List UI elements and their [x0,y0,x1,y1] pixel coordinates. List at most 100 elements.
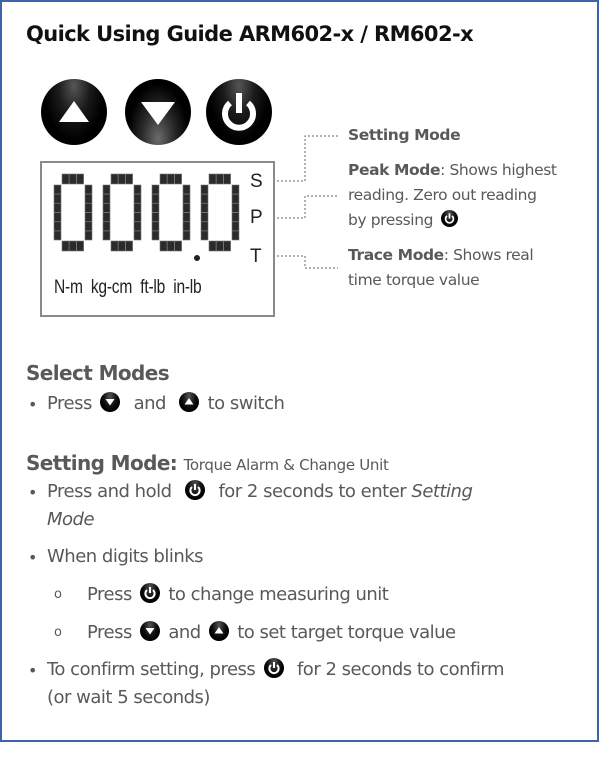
lcd-segment [174,173,182,185]
triangle-up-icon [59,101,89,122]
triangle-down-icon [141,102,175,125]
lcd-segment [102,230,111,241]
lcd-segment [216,173,224,185]
lcd-segment [223,240,231,252]
lcd-segment [200,230,209,241]
lcd-segment [151,203,160,213]
lcd-segment [53,221,62,232]
lcd-segment [167,240,175,252]
lcd-segment [133,184,142,195]
lcd-segment [182,184,191,195]
lcd-segment [167,173,175,185]
select-modes-instruction: Press and to switch [47,392,285,414]
setting-step-3: To confirm setting, press for 2 seconds … [47,658,504,680]
lcd-segment [223,173,231,185]
lcd-segment [133,203,142,213]
lcd-segment [84,184,93,195]
lcd-segment [53,212,62,222]
setting-substep-1: Press to change measuring unit [87,583,389,605]
lcd-segment [208,240,217,252]
lcd-segment [84,203,93,213]
lcd-segment [53,230,62,241]
lcd-segment [182,221,191,232]
lcd-segment [102,184,111,195]
power-icon [440,210,458,227]
lcd-segment [151,230,160,241]
lcd-segment [53,203,62,213]
peak-mode-label: Peak Mode: Shows highest reading. Zero o… [348,161,557,229]
lcd-segment [118,240,126,252]
lcd-decimal-point [194,255,200,261]
lcd-segment [61,173,70,185]
lcd-segment [102,221,111,232]
lcd-segment [133,230,142,241]
lcd-segment [200,203,209,213]
lcd-segment [208,173,217,185]
lcd-segment [125,173,133,185]
lcd-segment [231,230,240,241]
lcd-segment [84,221,93,232]
lcd-digits [53,173,240,261]
lcd-segment [182,203,191,213]
lcd-segment [151,221,160,232]
setting-mode-subheading: Torque Alarm & Change Unit [183,456,389,474]
select-modes-heading: Select Modes [26,361,170,385]
lcd-segment [231,193,240,204]
lcd-segment [110,173,119,185]
setting-substep-2: Press and to set target torque value [87,621,456,643]
lcd-segment [151,193,160,204]
lcd-segment [174,240,182,252]
mode-letter-t: T [250,246,262,267]
lcd-segment [61,240,70,252]
lcd-segment [53,193,62,204]
setting-step-1-cont: Mode [47,509,95,530]
lcd-segment [231,184,240,195]
lcd-segment [53,184,62,195]
bullet-marker: • [28,483,38,502]
mode-letter-s: S [250,171,263,192]
setting-step-1: Press and hold for 2 seconds to enter Se… [47,480,473,502]
triangle-down-icon [140,621,161,641]
lcd-segment [231,212,240,222]
lcd-segment [110,240,119,252]
bullet-marker: • [28,395,38,414]
lcd-segment [159,173,168,185]
triangle-up-icon [208,621,229,641]
lcd-segment [231,221,240,232]
power-icon [263,658,284,678]
bullet-marker: • [28,548,38,567]
lcd-segment [133,221,142,232]
power-icon [222,93,256,131]
setting-step-2: When digits blinks [47,546,204,567]
page-title: Quick Using Guide ARM602-x / RM602-x [26,22,474,46]
power-icon [140,583,161,603]
lcd-segment [84,230,93,241]
lcd-segment [200,221,209,232]
unit-inlb: in-lb [173,277,202,298]
lcd-segment [84,212,93,222]
lcd-segment [133,193,142,204]
power-button [206,79,272,145]
lcd-segment [151,184,160,195]
lcd-segment [68,240,77,252]
unit-kgcm: kg-cm [90,277,133,298]
setting-mode-heading: Setting Mode: Torque Alarm & Change Unit [26,451,389,475]
sub-bullet-marker: o [54,625,62,640]
down-button [125,79,191,145]
lcd-segment [102,212,111,222]
lcd-segment [76,173,84,185]
lcd-segment [182,212,191,222]
up-button [41,79,107,145]
lcd-segment [133,212,142,222]
triangle-up-icon [179,392,200,412]
setting-step-3-cont: (or wait 5 seconds) [47,687,210,708]
lcd-segment [125,240,133,252]
lcd-display: N-m kg-cm ft-lb in-lb [40,161,275,317]
power-icon [184,480,205,500]
lcd-segment [102,203,111,213]
lcd-segment [200,184,209,195]
setting-mode-label: Setting Mode [348,126,461,144]
lcd-segment [76,240,84,252]
trace-mode-label: Trace Mode: Shows real time torque value [348,246,534,289]
lcd-segment [84,193,93,204]
